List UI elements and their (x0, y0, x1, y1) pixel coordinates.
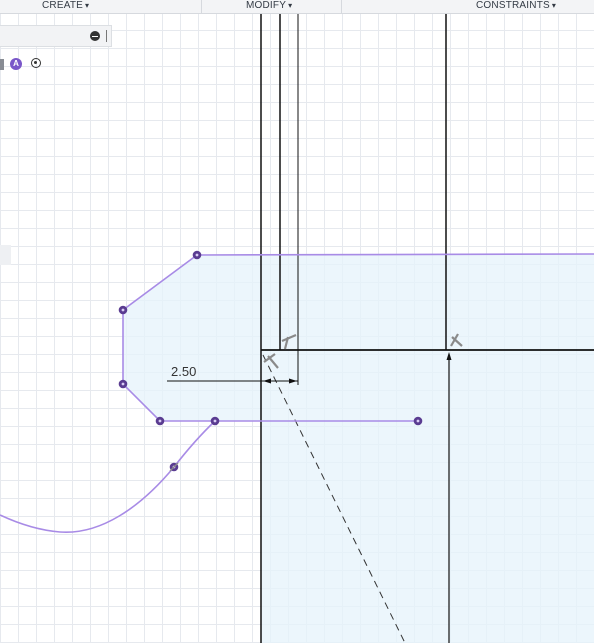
sketch-canvas[interactable]: CREATE ▾ MODIFY ▾ CONSTRAINTS ▾ A 2.50 (0, 0, 594, 643)
sketch-point[interactable] (413, 416, 423, 426)
browser-panel-header[interactable] (0, 25, 112, 47)
profile-line[interactable] (196, 253, 594, 256)
sketch-point[interactable] (118, 305, 128, 315)
sketch-point[interactable] (192, 250, 202, 260)
sketch-toolbar: CREATE ▾ MODIFY ▾ CONSTRAINTS ▾ (0, 0, 594, 14)
sketch-point[interactable] (155, 416, 165, 426)
side-panel-tab[interactable] (0, 245, 11, 265)
panel-edge-icon (0, 59, 4, 70)
minus-circle-icon[interactable] (90, 31, 100, 41)
chevron-down-icon: ▾ (551, 1, 557, 10)
constraints-menu[interactable]: CONSTRAINTS ▾ (476, 0, 556, 13)
panel-grip-icon[interactable] (106, 30, 107, 42)
sketch-mini-toolbar: A (0, 54, 50, 74)
modify-menu-label: MODIFY (246, 0, 287, 11)
target-icon[interactable] (31, 58, 41, 68)
dimension-value[interactable]: 2.50 (171, 364, 196, 379)
sketch-text-icon[interactable]: A (10, 58, 22, 70)
sketch-point[interactable] (210, 416, 220, 426)
chevron-down-icon: ▾ (85, 1, 90, 10)
create-menu-label: CREATE (42, 0, 84, 11)
create-menu[interactable]: CREATE ▾ (42, 0, 89, 13)
toolbar-divider (201, 0, 202, 13)
modify-menu[interactable]: MODIFY ▾ (246, 0, 292, 13)
sketch-geometry: 2.50 (0, 13, 594, 643)
toolbar-divider (341, 0, 342, 13)
spline-fit-point[interactable] (169, 462, 179, 472)
spline-curve[interactable] (0, 420, 216, 533)
chevron-down-icon: ▾ (288, 1, 293, 10)
closed-profile-region[interactable] (123, 254, 594, 643)
sketch-point[interactable] (118, 379, 128, 389)
constraints-menu-label: CONSTRAINTS (476, 0, 550, 11)
